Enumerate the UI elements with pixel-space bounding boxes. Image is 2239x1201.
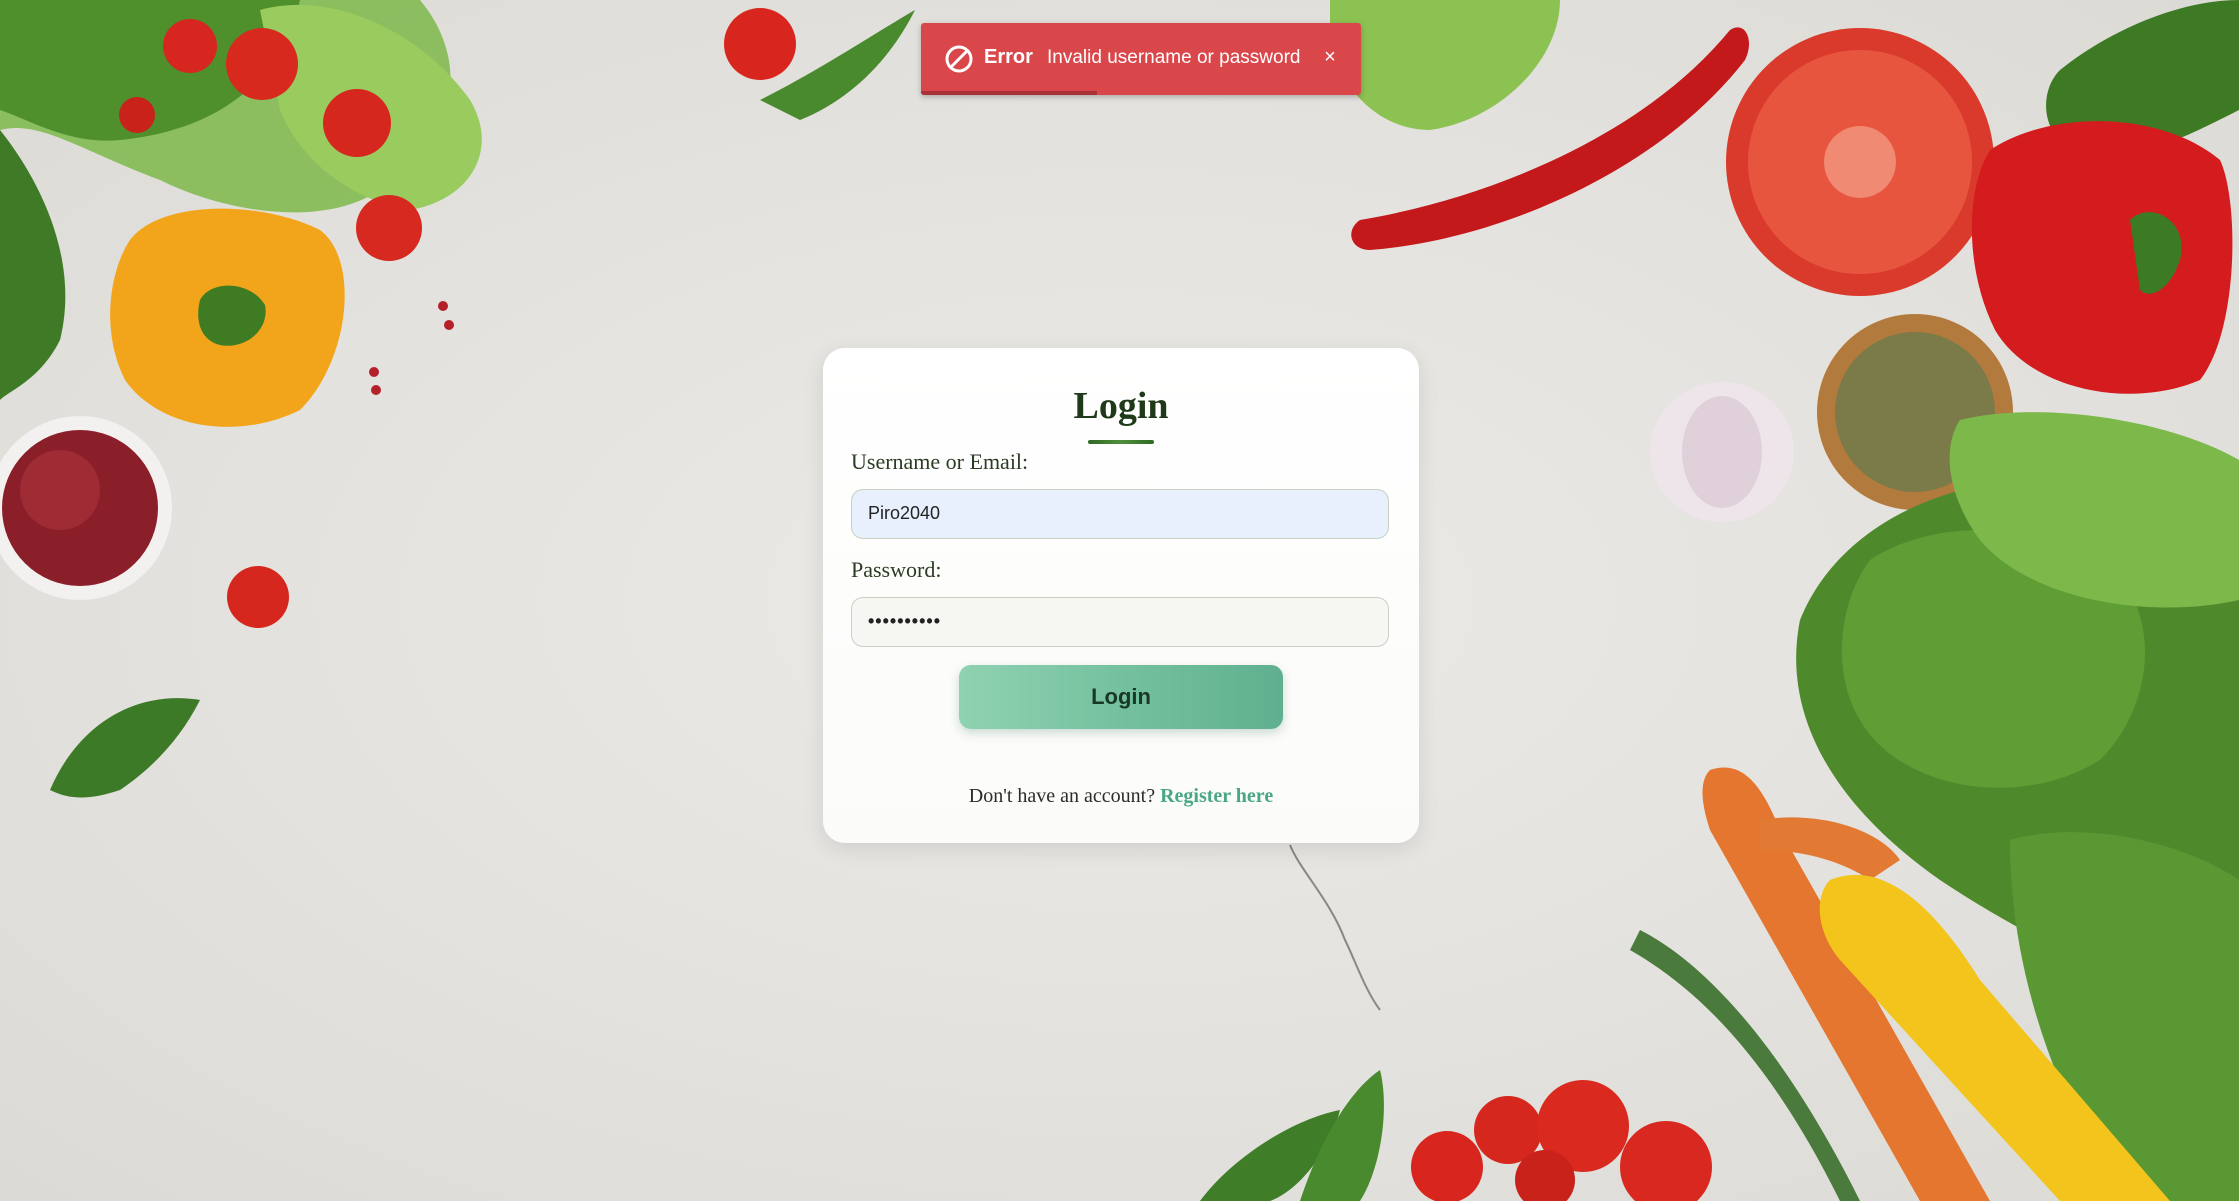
register-prompt: Don't have an account? Register here bbox=[823, 785, 1419, 808]
username-label: Username or Email: bbox=[851, 449, 1029, 474]
register-link[interactable]: Register here bbox=[1160, 785, 1273, 807]
register-prompt-text: Don't have an account? bbox=[968, 785, 1161, 807]
login-button[interactable]: Login bbox=[959, 665, 1283, 729]
login-card: Login Username or Email: Piro2040 Passwo… bbox=[823, 348, 1419, 843]
ban-icon bbox=[945, 45, 973, 73]
password-label: Password: bbox=[851, 557, 942, 582]
toast-title: Error bbox=[984, 46, 1033, 68]
error-toast: Error Invalid username or password × bbox=[921, 23, 1361, 95]
close-icon[interactable]: × bbox=[1317, 44, 1343, 70]
toast-message: Invalid username or password bbox=[1047, 47, 1301, 68]
username-input[interactable]: Piro2040 bbox=[851, 489, 1389, 539]
toast-progress-bar bbox=[921, 91, 1097, 95]
login-title: Login bbox=[1073, 385, 1169, 427]
title-underline bbox=[1088, 440, 1154, 444]
password-input[interactable]: •••••••••• bbox=[851, 597, 1389, 647]
